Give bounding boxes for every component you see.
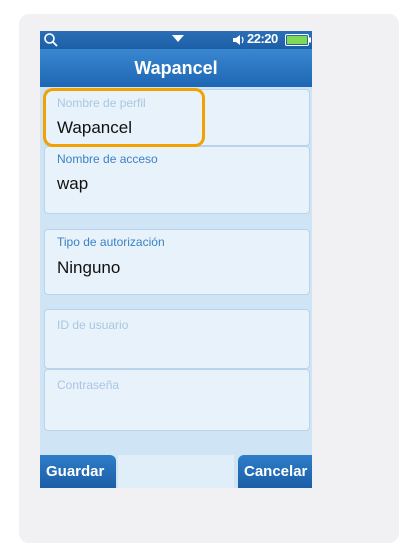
volume-icon [233,35,244,45]
page-title: Wapancel [40,49,312,87]
field-label: Tipo de autorización [57,235,165,249]
focus-highlight [43,88,205,147]
user-id-field: ID de usuario [44,309,310,369]
password-field: Contraseña [44,369,310,431]
search-icon[interactable] [43,32,59,48]
chevron-down-icon[interactable] [172,35,184,42]
save-button[interactable]: Guardar [40,455,116,488]
field-value: wap [57,174,89,193]
field-label: ID de usuario [57,318,129,332]
battery-icon [285,34,311,46]
status-time: 22:20 [247,31,278,46]
field-label: Contraseña [57,378,120,392]
field-value: Ninguno [57,258,121,277]
authorization-type-field[interactable]: Tipo de autorización Ninguno [44,229,310,295]
field-label: Nombre de acceso [57,152,158,166]
status-bar: 22:20 [40,31,312,49]
softkey-spacer [118,455,234,488]
softkey-bar: Guardar Cancelar [40,445,312,488]
access-name-field[interactable]: Nombre de acceso wap [44,146,310,214]
cancel-button[interactable]: Cancelar [238,455,312,488]
